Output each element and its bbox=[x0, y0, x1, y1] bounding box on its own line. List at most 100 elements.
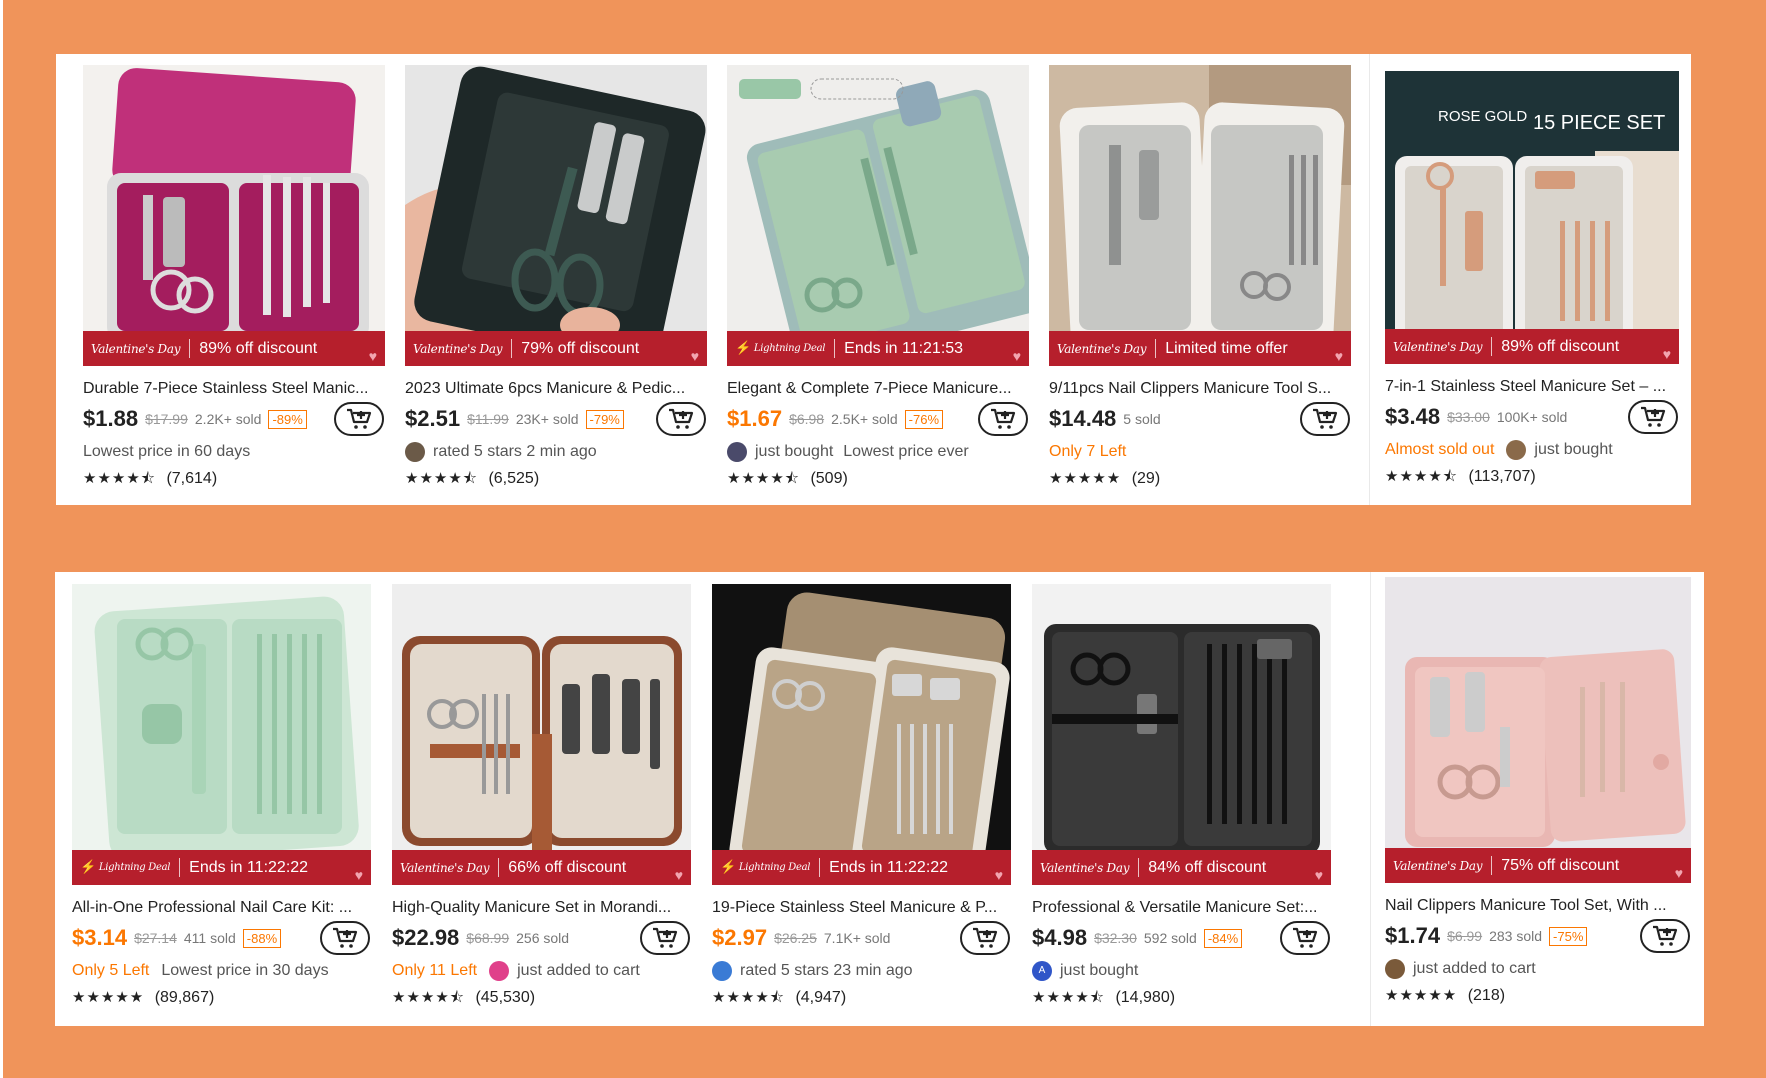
add-to-cart-button[interactable] bbox=[656, 402, 706, 436]
product-card[interactable]: Valentine's Day 66% off discount ♥ High-… bbox=[392, 584, 691, 1011]
original-price: $26.25 bbox=[774, 930, 817, 946]
product-image[interactable]: Valentine's Day 75% off discount ♥ bbox=[1385, 577, 1691, 883]
sold-count: 411 sold bbox=[183, 930, 236, 946]
product-row-1: Valentine's Day 89% off discount ♥ Durab… bbox=[56, 54, 1691, 505]
product-image[interactable]: Valentine's Day 79% off discount ♥ bbox=[405, 65, 707, 366]
product-card[interactable]: Valentine's Day 84% off discount ♥ Profe… bbox=[1032, 584, 1331, 1011]
add-to-cart-button[interactable] bbox=[1280, 921, 1330, 955]
discount-badge: -76% bbox=[904, 409, 944, 429]
heart-icon: ♥ bbox=[1012, 348, 1021, 364]
promo-text: 66% off discount bbox=[508, 858, 627, 876]
avatar bbox=[1506, 440, 1527, 460]
price: $2.51 bbox=[405, 406, 461, 431]
product-card[interactable]: Valentine's Day 79% off discount ♥ 2023 … bbox=[405, 65, 707, 492]
sold-count: 256 sold bbox=[516, 930, 570, 946]
promo-banner: ⚡ Lightning Deal Ends in 11:22:22 ♥ bbox=[712, 850, 1011, 885]
avatar bbox=[727, 442, 747, 462]
product-image[interactable]: Valentine's Day 66% off discount ♥ bbox=[392, 584, 691, 885]
discount-badge: -79% bbox=[585, 409, 624, 429]
lightning-icon: ⚡ bbox=[80, 859, 96, 875]
product-image[interactable]: ⚡ Lightning Deal Ends in 11:22:22 ♥ bbox=[72, 584, 371, 885]
product-title[interactable]: 19-Piece Stainless Steel Manicure & P... bbox=[712, 897, 1011, 919]
review-count: (14,980) bbox=[1115, 989, 1176, 1006]
review-count: (218) bbox=[1467, 987, 1506, 1004]
original-price: $11.99 bbox=[467, 411, 509, 427]
product-image[interactable]: ROSE GOLD 15 PIECE SET Valentine's Day 8… bbox=[1385, 71, 1679, 364]
product-title[interactable]: Professional & Versatile Manicure Set:..… bbox=[1032, 897, 1331, 919]
price: $3.14 bbox=[72, 925, 128, 950]
product-title[interactable]: 9/11pcs Nail Clippers Manicure Tool S... bbox=[1049, 378, 1351, 400]
promo-tag: Valentine's Day bbox=[400, 860, 490, 875]
product-card[interactable]: Valentine's Day 75% off discount ♥ Nail … bbox=[1385, 577, 1691, 1009]
lightning-icon: ⚡ bbox=[720, 859, 736, 875]
add-to-cart-button[interactable] bbox=[1300, 402, 1350, 436]
original-price: $32.30 bbox=[1094, 930, 1137, 946]
product-card[interactable]: Valentine's Day Limited time offer ♥ 9/1… bbox=[1049, 65, 1351, 492]
add-to-cart-button[interactable] bbox=[320, 921, 370, 955]
product-title[interactable]: 7-in-1 Stainless Steel Manicure Set – ..… bbox=[1385, 376, 1679, 398]
social-proof: rated 5 stars 2 min ago bbox=[433, 443, 597, 460]
add-to-cart-button[interactable] bbox=[1628, 400, 1678, 434]
product-card[interactable]: ⚡ Lightning Deal Ends in 11:21:53 ♥ Elega… bbox=[727, 65, 1029, 492]
star-rating: ★★★★★ bbox=[1049, 470, 1122, 487]
star-rating: ★★★★⯪ bbox=[712, 989, 785, 1006]
star-rating: ★★★★⯪ bbox=[1385, 468, 1458, 485]
product-title[interactable]: High-Quality Manicure Set in Morandi... bbox=[392, 897, 691, 919]
countdown-timer: Ends in 11:21:53 bbox=[844, 339, 964, 357]
stock-notice: Only 5 Left bbox=[72, 962, 150, 979]
product-image[interactable]: Valentine's Day Limited time offer ♥ bbox=[1049, 65, 1351, 366]
product-image[interactable]: Valentine's Day 84% off discount ♥ bbox=[1032, 584, 1331, 885]
add-to-cart-icon bbox=[669, 408, 694, 429]
promo-tag: ⚡ Lightning Deal bbox=[720, 859, 811, 875]
social-proof: just bought bbox=[1534, 441, 1613, 458]
heart-icon: ♥ bbox=[1662, 346, 1671, 362]
price: $4.98 bbox=[1032, 925, 1088, 950]
product-image[interactable]: Valentine's Day 89% off discount ♥ bbox=[83, 65, 385, 366]
product-title[interactable]: 2023 Ultimate 6pcs Manicure & Pedic... bbox=[405, 378, 707, 400]
price: $3.48 bbox=[1385, 404, 1441, 429]
sold-count: 283 sold bbox=[1489, 928, 1543, 944]
add-to-cart-icon bbox=[1641, 406, 1666, 427]
product-title[interactable]: Nail Clippers Manicure Tool Set, With ..… bbox=[1385, 895, 1691, 917]
add-to-cart-button[interactable] bbox=[978, 402, 1028, 436]
review-count: (509) bbox=[810, 470, 848, 487]
promo-banner: Valentine's Day 79% off discount ♥ bbox=[405, 331, 707, 366]
price: $1.74 bbox=[1385, 923, 1441, 948]
review-count: (89,867) bbox=[154, 989, 215, 1006]
product-card[interactable]: ⚡ Lightning Deal Ends in 11:22:22 ♥ All-i… bbox=[72, 584, 371, 1011]
info-text: Lowest price in 30 days bbox=[161, 962, 329, 979]
promo-text: 75% off discount bbox=[1501, 856, 1620, 874]
promo-banner: ⚡ Lightning Deal Ends in 11:22:22 ♥ bbox=[72, 850, 371, 885]
star-rating: ★★★★★ bbox=[1385, 987, 1458, 1004]
original-price: $17.99 bbox=[145, 411, 188, 427]
add-to-cart-button[interactable] bbox=[334, 402, 384, 436]
info-text: Lowest price ever bbox=[843, 443, 969, 460]
add-to-cart-button[interactable] bbox=[640, 921, 690, 955]
add-to-cart-icon bbox=[347, 408, 372, 429]
original-price: $27.14 bbox=[134, 930, 177, 946]
add-to-cart-button[interactable] bbox=[960, 921, 1010, 955]
product-title[interactable]: Elegant & Complete 7-Piece Manicure... bbox=[727, 378, 1029, 400]
heart-icon: ♥ bbox=[1314, 867, 1323, 883]
product-image[interactable]: ⚡ Lightning Deal Ends in 11:21:53 ♥ bbox=[727, 65, 1029, 366]
left-edge-strip bbox=[0, 0, 3, 1078]
original-price: $68.99 bbox=[466, 930, 510, 946]
add-to-cart-button[interactable] bbox=[1640, 919, 1690, 953]
product-card[interactable]: ⚡ Lightning Deal Ends in 11:22:22 ♥ 19-Pi… bbox=[712, 584, 1011, 1011]
heart-icon: ♥ bbox=[368, 348, 377, 364]
promo-tag: ⚡ Lightning Deal bbox=[735, 340, 826, 356]
sold-count: 2.5K+ sold bbox=[831, 411, 898, 427]
discount-badge: -89% bbox=[268, 409, 307, 429]
original-price: $33.00 bbox=[1447, 409, 1490, 425]
promo-banner: Valentine's Day 89% off discount ♥ bbox=[1385, 329, 1679, 364]
product-card[interactable]: ROSE GOLD 15 PIECE SET Valentine's Day 8… bbox=[1385, 71, 1679, 490]
product-title[interactable]: All-in-One Professional Nail Care Kit: .… bbox=[72, 897, 371, 919]
product-title[interactable]: Durable 7-Piece Stainless Steel Manic... bbox=[83, 378, 385, 400]
product-card[interactable]: Valentine's Day 89% off discount ♥ Durab… bbox=[83, 65, 385, 492]
image-caption: 15 PIECE SET bbox=[1533, 112, 1665, 134]
product-image[interactable]: ⚡ Lightning Deal Ends in 11:22:22 ♥ bbox=[712, 584, 1011, 885]
countdown-timer: Ends in 11:22:22 bbox=[189, 858, 309, 876]
stock-notice: Almost sold out bbox=[1385, 441, 1495, 458]
avatar: A bbox=[1032, 961, 1052, 981]
stock-notice: Only 11 Left bbox=[392, 962, 478, 979]
